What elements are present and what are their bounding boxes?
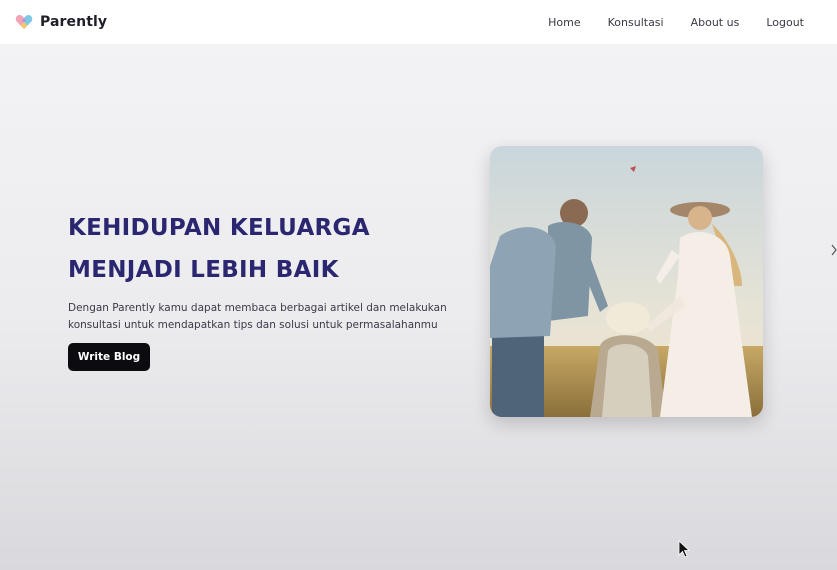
chevron-right-icon[interactable] xyxy=(831,244,837,256)
mouse-cursor-icon xyxy=(678,540,690,558)
nav-home[interactable]: Home xyxy=(548,16,580,29)
nav-logout[interactable]: Logout xyxy=(766,16,804,29)
hero-title: KEHIDUPAN KELUARGA MENJADI LEBIH BAIK xyxy=(68,207,370,291)
brand[interactable]: Parently xyxy=(14,12,107,32)
hero-description: Dengan Parently kamu dapat membaca berba… xyxy=(68,302,447,331)
write-blog-button[interactable]: Write Blog xyxy=(68,343,150,371)
hero-title-line-2: MENJADI LEBIH BAIK xyxy=(68,257,339,283)
family-photo xyxy=(490,146,763,417)
nav-about-us[interactable]: About us xyxy=(691,16,740,29)
hero-title-line-1: KEHIDUPAN KELUARGA xyxy=(68,215,370,241)
nav-links: Home Konsultasi About us Logout xyxy=(548,0,804,44)
navbar: Parently Home Konsultasi About us Logout xyxy=(0,0,837,44)
brand-name: Parently xyxy=(40,14,108,30)
nav-konsultasi[interactable]: Konsultasi xyxy=(608,16,664,29)
family-photo-icon xyxy=(490,146,763,417)
heart-puzzle-logo-icon xyxy=(15,15,33,29)
